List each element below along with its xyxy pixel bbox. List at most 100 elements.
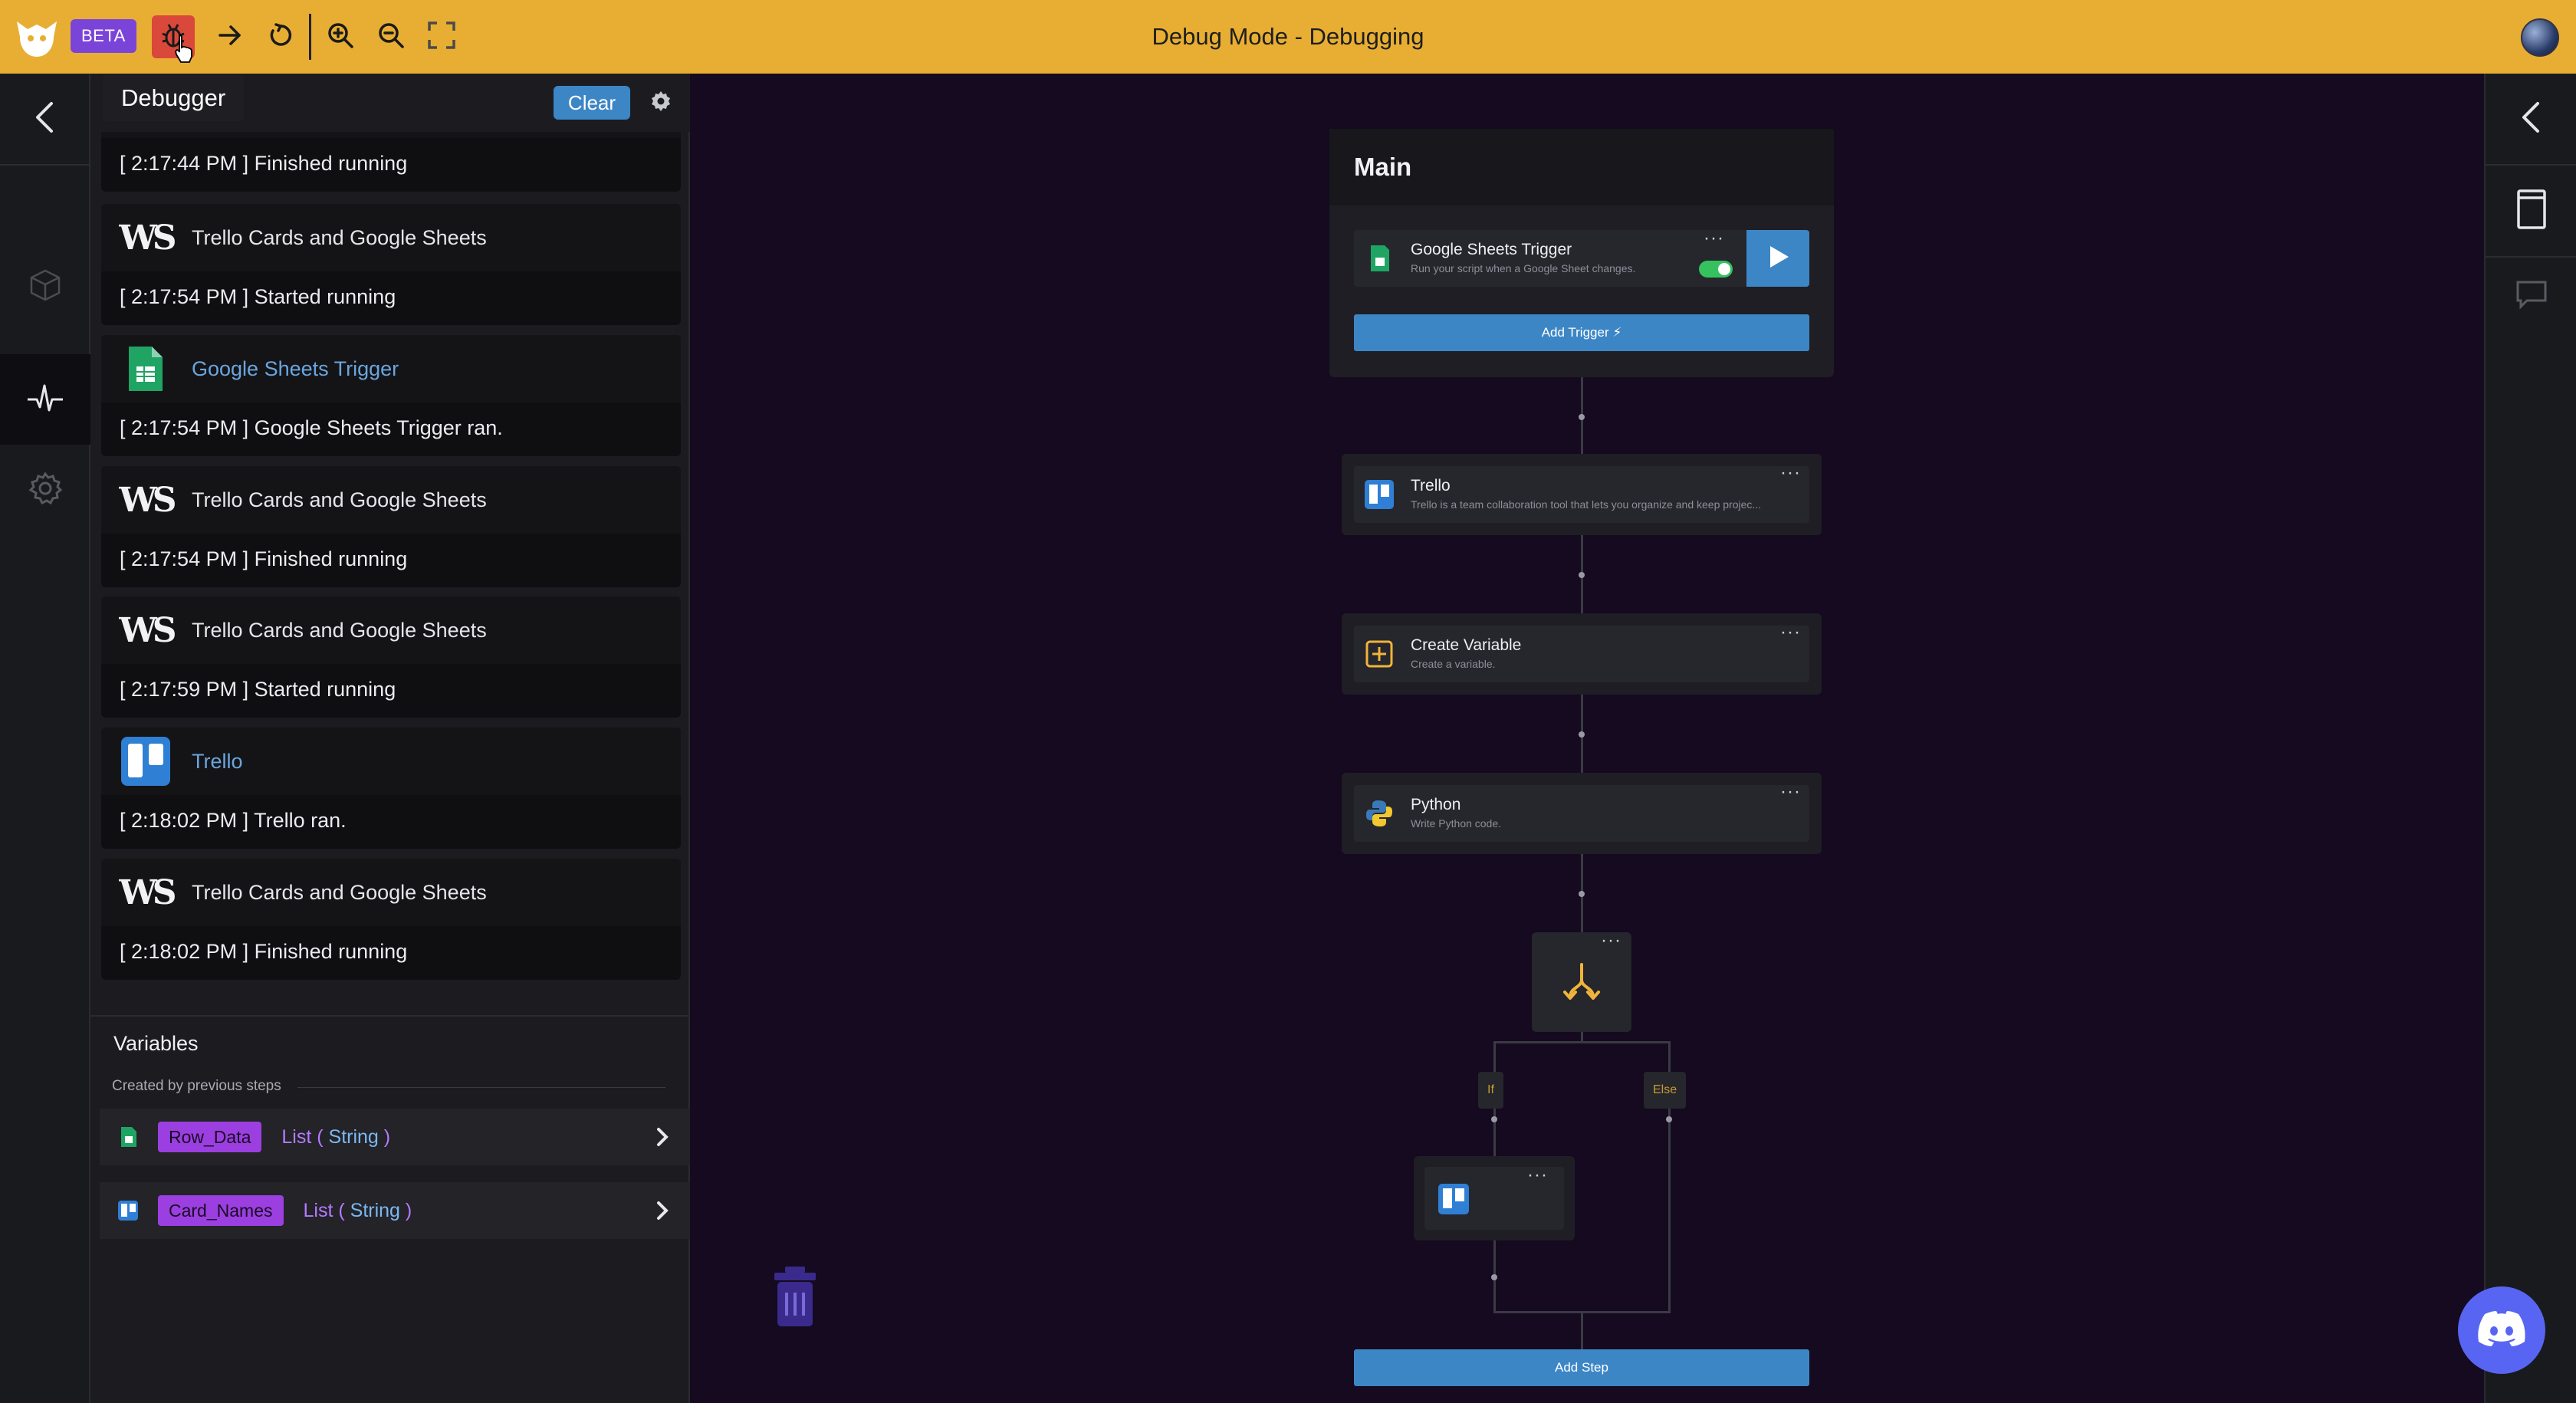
chevron-right-icon	[655, 1199, 670, 1226]
more-options-icon[interactable]: ···	[1780, 783, 1801, 801]
log-entry-message: [ 2:17:44 PM ] Finished running	[120, 152, 408, 175]
restart-icon	[267, 21, 294, 53]
log-entry: WS Trello Cards and Google Sheets [ 2:17…	[101, 204, 681, 325]
log-entry: WS Trello Cards and Google Sheets [ 2:17…	[101, 466, 681, 587]
connector	[1493, 1041, 1496, 1072]
log-entry-header: WS	[101, 132, 681, 138]
more-options-icon[interactable]: ···	[1780, 464, 1801, 482]
collapse-left-button[interactable]	[2486, 74, 2576, 164]
app-logo[interactable]	[11, 11, 63, 63]
document-button[interactable]	[2486, 166, 2576, 256]
debugger-tooltip: Debugger	[103, 75, 245, 121]
add-trigger-button[interactable]: Add Trigger ⚡	[1354, 314, 1809, 351]
zoom-out-icon	[376, 21, 406, 54]
discord-chat-button[interactable]	[2458, 1286, 2545, 1374]
more-options-icon[interactable]: ···	[1704, 229, 1724, 248]
settings-icon	[28, 471, 63, 510]
chevron-right-icon	[655, 1125, 670, 1152]
log-entry: WS Trello Cards and Google Sheets [ 2:18…	[101, 859, 681, 980]
clear-button[interactable]: Clear	[554, 86, 630, 120]
log-entry: WS Trello Cards and Google Sheets [ 2:17…	[101, 596, 681, 718]
debugger-panel: WS [ 2:17:44 PM ] Finished running WS Tr…	[90, 74, 690, 1403]
log-entry-link[interactable]: Trello	[192, 750, 243, 774]
step-title: Python	[1411, 796, 1461, 813]
step-card: Trello Trello is a team collaboration to…	[1354, 464, 1809, 523]
variable-row[interactable]: Card_Names List ( String )	[100, 1182, 690, 1239]
log-entry-header[interactable]: WS Trello Cards and Google Sheets	[101, 466, 681, 534]
step-forward-button[interactable]	[209, 15, 251, 58]
trigger-toggle[interactable]	[1699, 261, 1733, 278]
main-title: Main	[1329, 129, 1834, 205]
step-title: Trello	[1411, 477, 1451, 495]
back-icon	[30, 100, 61, 138]
variable-name: Row_Data	[158, 1122, 262, 1152]
play-icon	[1764, 243, 1792, 274]
fit-screen-button[interactable]	[420, 15, 463, 58]
discord-icon	[2477, 1309, 2526, 1352]
document-icon	[2516, 189, 2547, 234]
debugger-settings-button[interactable]	[646, 87, 676, 118]
log-entry-header[interactable]: Google Sheets Trigger	[101, 335, 681, 402]
packages-icon	[28, 268, 63, 307]
step-card: Python Write Python code. ···	[1354, 783, 1809, 842]
restart-button[interactable]	[259, 15, 302, 58]
zoom-out-button[interactable]	[370, 15, 412, 58]
activity-icon	[26, 381, 64, 419]
variable-type: List ( String )	[281, 1125, 391, 1148]
left-rail	[0, 74, 90, 1403]
trello-icon	[1438, 1184, 1469, 1218]
branch-else-label[interactable]: Else	[1644, 1072, 1687, 1109]
connector-dot	[1491, 1116, 1497, 1122]
avatar[interactable]	[2521, 18, 2559, 57]
connector-dot	[1666, 1116, 1672, 1122]
step-description: Create a variable.	[1411, 658, 1496, 670]
rail-divider	[0, 164, 90, 166]
log-entry-header[interactable]: WS Trello Cards and Google Sheets	[101, 204, 681, 271]
trello-icon	[117, 1199, 140, 1222]
lightning-icon: ⚡	[1612, 325, 1622, 340]
rail-item-activity[interactable]	[0, 354, 90, 445]
zoom-in-button[interactable]	[319, 15, 362, 58]
log-entry-name: Trello Cards and Google Sheets	[192, 225, 487, 249]
workflow-canvas[interactable]: Main Google Sheets Trigger Run your scri…	[690, 74, 2484, 1403]
more-options-icon[interactable]: ···	[1527, 1166, 1548, 1184]
back-button[interactable]	[0, 74, 90, 164]
rail-item-settings[interactable]	[0, 445, 90, 535]
trigger-title: Google Sheets Trigger	[1411, 241, 1572, 258]
comment-button[interactable]	[2486, 258, 2576, 334]
add-step-button[interactable]: Add Step	[1354, 1349, 1809, 1386]
log-entry-header[interactable]: WS Trello Cards and Google Sheets	[101, 596, 681, 664]
workflow-step-trello-branch[interactable]: ···	[1414, 1156, 1575, 1240]
more-options-icon[interactable]: ···	[1780, 623, 1801, 642]
log-entry-message: [ 2:17:54 PM ] Google Sheets Trigger ran…	[120, 416, 503, 439]
create-variable-icon	[1365, 639, 1394, 669]
run-trigger-button[interactable]	[1746, 230, 1809, 287]
variable-row[interactable]: Row_Data List ( String )	[100, 1109, 690, 1165]
workflow-step-branch[interactable]: ···	[1532, 932, 1631, 1032]
log-entry-header[interactable]: Trello	[101, 728, 681, 795]
more-options-icon[interactable]: ···	[1601, 932, 1622, 950]
log-entry-link[interactable]: Google Sheets Trigger	[192, 357, 399, 381]
log-entry-message: [ 2:18:02 PM ] Trello ran.	[120, 809, 347, 832]
divider	[297, 1087, 665, 1088]
log-entry-header[interactable]: WS Trello Cards and Google Sheets	[101, 859, 681, 926]
branch-if-label[interactable]: If	[1478, 1072, 1503, 1109]
log-entry-name: Trello Cards and Google Sheets	[192, 488, 487, 511]
ws-logo: WS	[119, 480, 176, 520]
connector-dot	[1579, 572, 1585, 578]
log-entry-name: Trello Cards and Google Sheets	[192, 880, 487, 904]
right-rail	[2484, 74, 2576, 1403]
trigger-node[interactable]: Google Sheets Trigger Run your script wh…	[1354, 229, 1809, 287]
log-list[interactable]: WS [ 2:17:44 PM ] Finished running WS Tr…	[101, 132, 681, 1069]
workflow-step-python[interactable]: Python Write Python code. ···	[1342, 773, 1822, 854]
trash-drop-zone[interactable]	[771, 1265, 819, 1333]
log-entry-name: Trello Cards and Google Sheets	[192, 618, 487, 642]
rail-item-packages[interactable]	[0, 247, 90, 327]
workflow-step-create-variable[interactable]: Create Variable Create a variable. ···	[1342, 613, 1822, 695]
python-icon	[1365, 799, 1394, 828]
gear-icon	[650, 90, 672, 116]
connector	[1493, 1041, 1670, 1043]
step-title: Create Variable	[1411, 636, 1522, 654]
chevron-left-icon	[2516, 100, 2547, 138]
workflow-step-trello[interactable]: Trello Trello is a team collaboration to…	[1342, 454, 1822, 535]
